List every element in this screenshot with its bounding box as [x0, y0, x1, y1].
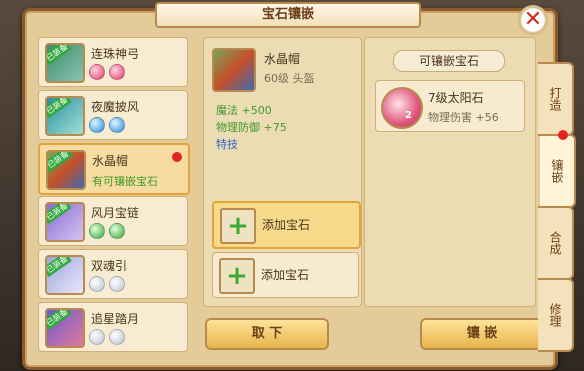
- list-item[interactable]: 已装备 夜魔披风: [38, 90, 188, 140]
- plus-icon: +: [219, 258, 255, 294]
- notification-dot: [558, 130, 568, 140]
- gem-count: 2: [405, 110, 412, 121]
- hat-icon: [212, 48, 256, 92]
- tab-inlay[interactable]: 镶嵌: [540, 134, 576, 208]
- item-detail-panel: 水晶帽 60级 头盔 魔法 +500 物理防御 +75 特技 + 添加宝石 + …: [203, 37, 362, 307]
- remove-button[interactable]: 取 下: [205, 318, 329, 350]
- list-item[interactable]: 已装备 连珠神弓: [38, 37, 188, 87]
- hat-icon: 已装备: [46, 150, 86, 190]
- gem-icon: [89, 64, 105, 80]
- necklace-icon: 已装备: [45, 202, 85, 242]
- gem-panel-title: 可镶嵌宝石: [393, 50, 505, 72]
- cape-icon: 已装备: [45, 96, 85, 136]
- list-item[interactable]: 已装备 追星踏月: [38, 302, 188, 352]
- gem-sockets: [89, 329, 129, 349]
- equipped-badge: 已装备: [47, 257, 72, 278]
- bow-icon: 已装备: [45, 43, 85, 83]
- equipped-badge: 已装备: [47, 310, 72, 331]
- gem-sockets: [89, 276, 129, 296]
- inlay-button[interactable]: 镶 嵌: [420, 318, 544, 350]
- gem-icon: [109, 276, 125, 292]
- gem-icon: [89, 117, 105, 133]
- equipped-badge: 已装备: [47, 98, 72, 119]
- equipped-badge: 已装备: [47, 45, 72, 66]
- sunstone-icon: [381, 87, 423, 129]
- gem-icon: [89, 276, 105, 292]
- gem-icon: [109, 223, 125, 239]
- stat-row: 物理防御 +75: [216, 121, 287, 134]
- close-icon[interactable]: ✕: [518, 5, 548, 35]
- stat-row: 魔法 +500: [216, 104, 272, 117]
- gem-panel: 可镶嵌宝石 2 7级太阳石 物理伤害 +56: [364, 37, 536, 307]
- gem-icon: [89, 329, 105, 345]
- add-gem-slot[interactable]: + 添加宝石: [212, 252, 359, 298]
- item-name: 连珠神弓: [91, 47, 140, 61]
- item-name: 追星踏月: [91, 312, 140, 326]
- equipped-badge: 已装备: [48, 152, 73, 173]
- item-name: 风月宝链: [91, 206, 140, 220]
- accessory-icon: 已装备: [45, 255, 85, 295]
- gem-sockets: [89, 223, 129, 243]
- detail-level-type: 60级 头盔: [264, 72, 315, 85]
- gem-stat: 物理伤害 +56: [428, 111, 499, 124]
- add-gem-slot[interactable]: + 添加宝石: [212, 201, 361, 249]
- gem-icon: [109, 117, 125, 133]
- gem-icon: [109, 64, 125, 80]
- equipment-list: 已装备 连珠神弓 已装备 夜魔披风 已装备 水晶帽 有可镶嵌宝石 已装备 风月宝…: [38, 37, 190, 355]
- gem-name: 7级太阳石: [428, 91, 484, 105]
- boots-icon: 已装备: [45, 308, 85, 348]
- gem-sockets: [89, 64, 129, 84]
- notification-dot: [172, 152, 182, 162]
- tab-craft[interactable]: 打造: [538, 62, 574, 136]
- equipped-badge: 已装备: [47, 204, 72, 225]
- window-title: 宝石镶嵌: [155, 2, 421, 28]
- item-name: 水晶帽: [92, 154, 129, 168]
- tab-repair[interactable]: 修理: [538, 278, 574, 352]
- gem-icon: [109, 329, 125, 345]
- plus-icon: +: [220, 208, 256, 244]
- item-name: 夜魔披风: [91, 100, 140, 114]
- list-item[interactable]: 已装备 双魂引: [38, 249, 188, 299]
- list-item[interactable]: 已装备 风月宝链: [38, 196, 188, 246]
- gem-icon: [89, 223, 105, 239]
- tab-combine[interactable]: 合成: [538, 206, 574, 280]
- item-name: 双魂引: [91, 259, 128, 273]
- list-item-selected[interactable]: 已装备 水晶帽 有可镶嵌宝石: [38, 143, 190, 195]
- item-status: 有可镶嵌宝石: [92, 175, 158, 188]
- detail-name: 水晶帽: [264, 52, 301, 66]
- gem-sockets: [89, 117, 129, 137]
- gem-card[interactable]: 2 7级太阳石 物理伤害 +56: [375, 80, 525, 132]
- stat-row[interactable]: 特技: [216, 136, 238, 152]
